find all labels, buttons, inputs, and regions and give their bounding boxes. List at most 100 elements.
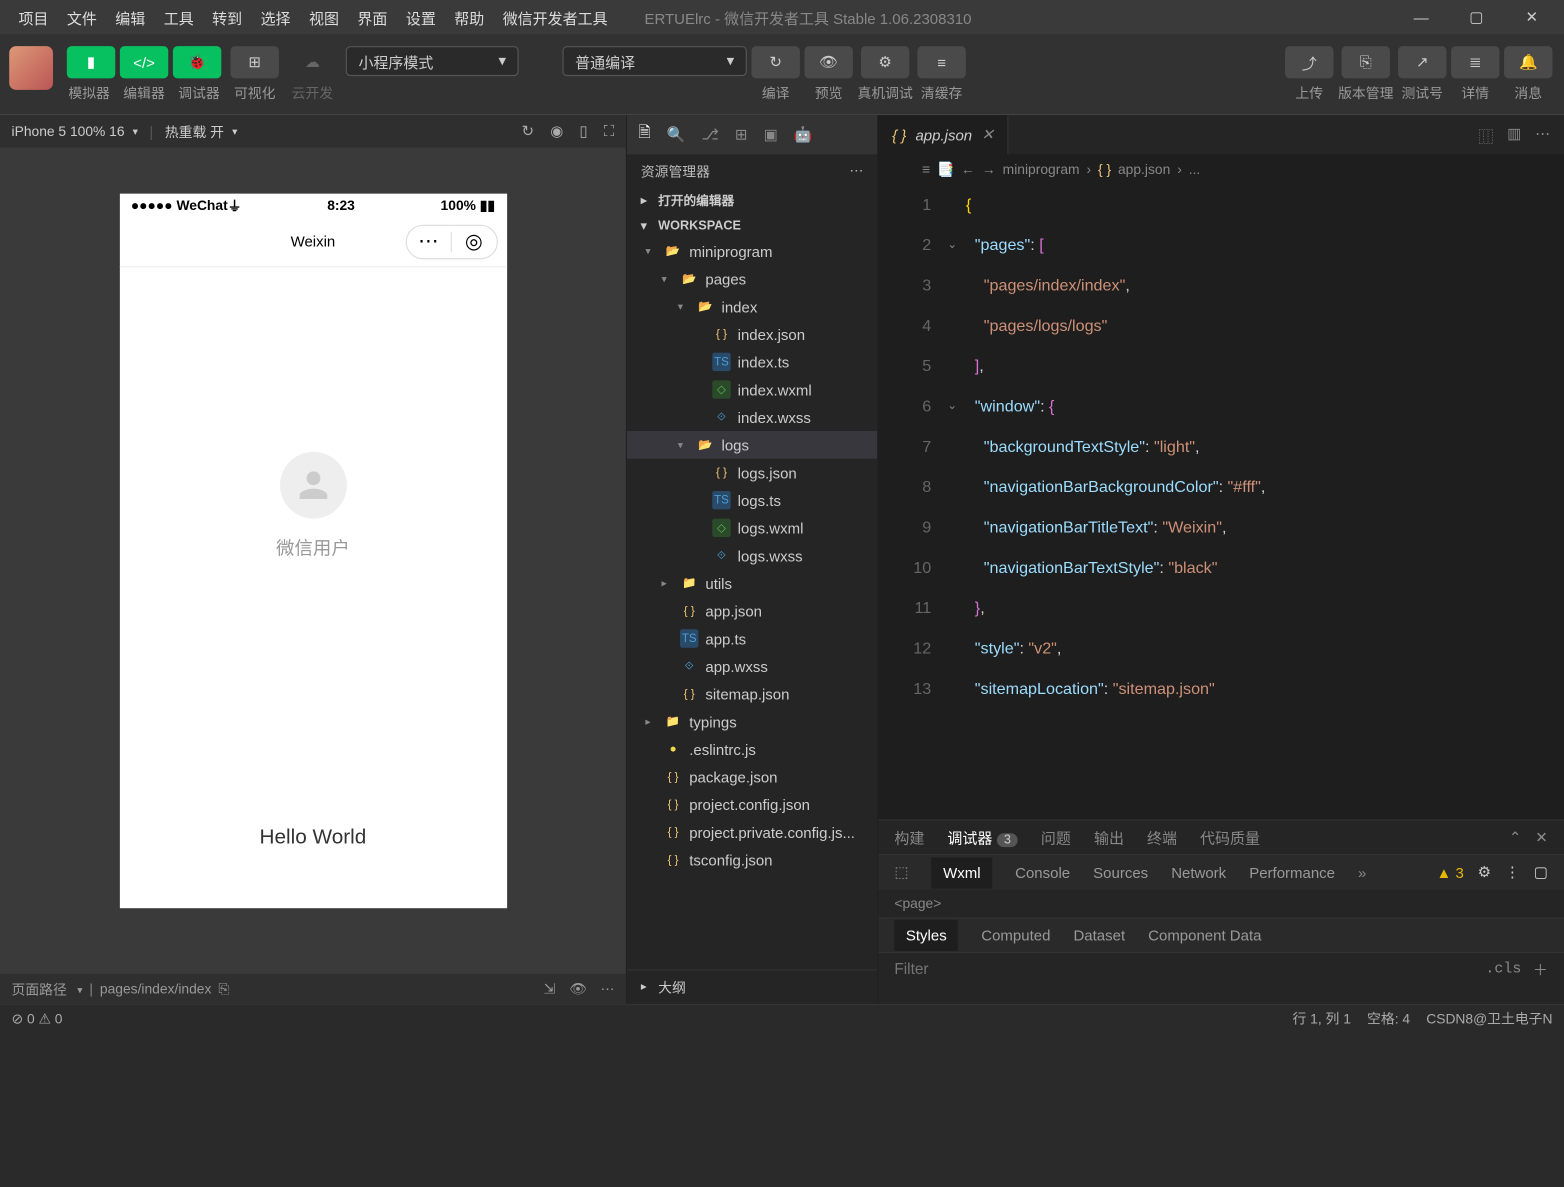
code-editor[interactable]: 12345678910111213 ⌄ ⌄ { "pages": [ "page… <box>878 184 1564 819</box>
devtab-输出[interactable]: 输出 <box>1094 826 1124 848</box>
上传-button[interactable]: ⤴ <box>1285 46 1333 78</box>
devtab-代码质量[interactable]: 代码质量 <box>1200 826 1260 848</box>
ext2-icon[interactable]: ▣ <box>764 126 778 144</box>
breadcrumb[interactable]: ≡📑←→ miniprogram› { }app.json› ... <box>878 154 1564 184</box>
menu-转到[interactable]: 转到 <box>203 5 251 32</box>
cursor-pos[interactable]: 行 1, 列 1 <box>1293 1008 1351 1028</box>
compile-dropdown[interactable]: 普通编译▾ <box>562 46 746 76</box>
tree-item-typings[interactable]: ▸📁typings <box>627 708 877 736</box>
inspect-icon[interactable]: ⬚ <box>894 863 908 881</box>
menu-选择[interactable]: 选择 <box>251 5 299 32</box>
editor-tab-app-json[interactable]: { } app.json ✕ <box>878 115 1009 154</box>
split-icon[interactable]: ⿲ <box>1478 124 1493 146</box>
tree-item-.eslintrc.js[interactable]: ●.eslintrc.js <box>627 735 877 763</box>
tree-item-index.ts[interactable]: TSindex.ts <box>627 348 877 376</box>
tree-item-utils[interactable]: ▸📁utils <box>627 569 877 597</box>
eye-icon[interactable]: 👁 <box>569 981 587 997</box>
测试号-button[interactable]: ↗ <box>1398 46 1446 78</box>
copy-icon[interactable]: ⎘ <box>218 980 229 997</box>
清缓存-button[interactable]: ≡ <box>917 46 965 78</box>
gear-icon[interactable]: ⚙ <box>1478 863 1491 881</box>
详情-button[interactable]: ≣ <box>1451 46 1499 78</box>
styletab-Dataset[interactable]: Dataset <box>1073 927 1125 944</box>
消息-button[interactable]: 🔔 <box>1504 46 1552 78</box>
menu-工具[interactable]: 工具 <box>154 5 202 32</box>
menu-微信开发者工具[interactable]: 微信开发者工具 <box>493 5 616 32</box>
robot-icon[interactable]: 🤖 <box>794 126 813 144</box>
warning-badge[interactable]: ▲ 3 <box>1436 864 1463 881</box>
menu-视图[interactable]: 视图 <box>300 5 348 32</box>
target-icon[interactable]: ◎ <box>452 229 496 253</box>
avatar[interactable] <box>9 46 53 90</box>
mode-dropdown[interactable]: 小程序模式▾ <box>346 46 519 76</box>
dock-icon[interactable]: ▢ <box>1534 863 1548 881</box>
maximize-button[interactable]: ▢ <box>1453 1 1499 33</box>
tree-item-app.json[interactable]: { }app.json <box>627 597 877 625</box>
subtab-Network[interactable]: Network <box>1171 864 1226 881</box>
visual-toggle[interactable]: ⊞ <box>231 46 279 78</box>
subtab-Console[interactable]: Console <box>1015 864 1070 881</box>
rotate-icon[interactable]: ▯ <box>579 122 587 140</box>
tree-item-logs.ts[interactable]: TSlogs.ts <box>627 486 877 514</box>
subtab-Sources[interactable]: Sources <box>1093 864 1148 881</box>
tree-item-project.config.json[interactable]: { }project.config.json <box>627 791 877 819</box>
subtab-Performance[interactable]: Performance <box>1249 864 1335 881</box>
layout-icon[interactable]: ▥ <box>1507 124 1521 146</box>
cls-label[interactable]: .cls <box>1485 960 1521 977</box>
more-icon[interactable]: ⋯ <box>849 163 863 179</box>
tree-item-project.private.config.js...[interactable]: { }project.private.config.js... <box>627 818 877 846</box>
record-icon[interactable]: ◉ <box>550 122 563 140</box>
menu-帮助[interactable]: 帮助 <box>445 5 493 32</box>
真机调试-button[interactable]: ⚙ <box>861 46 909 78</box>
menu-设置[interactable]: 设置 <box>397 5 445 32</box>
editor-toggle[interactable]: </> <box>120 46 168 78</box>
预览-button[interactable]: 👁 <box>804 46 852 78</box>
tree-item-logs[interactable]: ▾📂logs <box>627 431 877 459</box>
编译-button[interactable]: ↻ <box>751 46 799 78</box>
styletab-Styles[interactable]: Styles <box>894 920 958 951</box>
tree-item-index.wxss[interactable]: ⟐index.wxss <box>627 403 877 431</box>
hot-reload-dropdown[interactable]: 热重载 开 <box>165 122 237 142</box>
tree-item-index.wxml[interactable]: ◇index.wxml <box>627 376 877 404</box>
refresh-icon[interactable]: ↻ <box>522 122 535 140</box>
subtab-Wxml[interactable]: Wxml <box>932 857 993 888</box>
more-tabs-icon[interactable]: » <box>1358 864 1366 881</box>
menu-界面[interactable]: 界面 <box>348 5 396 32</box>
devtab-问题[interactable]: 问题 <box>1041 826 1071 848</box>
simulator-toggle[interactable]: ▮ <box>67 46 115 78</box>
close-icon[interactable]: ✕ <box>981 126 994 144</box>
tree-item-logs.wxss[interactable]: ⟐logs.wxss <box>627 542 877 570</box>
tree-item-index.json[interactable]: { }index.json <box>627 320 877 348</box>
cloud-dev-button[interactable]: ☁ <box>288 46 336 78</box>
outline-section[interactable]: 大纲 <box>627 969 877 1004</box>
device-dropdown[interactable]: iPhone 5 100% 16 <box>12 123 138 139</box>
tree-item-logs.json[interactable]: { }logs.json <box>627 459 877 487</box>
tree-item-miniprogram[interactable]: ▾📂miniprogram <box>627 237 877 265</box>
close-button[interactable]: ✕ <box>1509 1 1555 33</box>
chevron-up-icon[interactable]: ⌃ <box>1509 828 1522 846</box>
tree-item-tsconfig.json[interactable]: { }tsconfig.json <box>627 846 877 874</box>
search-icon[interactable]: 🔍 <box>667 126 686 144</box>
menu-项目[interactable]: 项目 <box>9 5 57 32</box>
workspace-section[interactable]: WORKSPACE <box>627 214 877 237</box>
tree-item-package.json[interactable]: { }package.json <box>627 763 877 791</box>
add-icon[interactable]: ＋ <box>1533 958 1548 980</box>
styletab-Computed[interactable]: Computed <box>981 927 1050 944</box>
dots-icon[interactable]: ⋮ <box>1505 863 1520 881</box>
版本管理-button[interactable]: ⎘ <box>1342 46 1390 78</box>
tree-item-app.wxss[interactable]: ⟐app.wxss <box>627 652 877 680</box>
tree-item-pages[interactable]: ▾📂pages <box>627 265 877 293</box>
tree-item-app.ts[interactable]: TSapp.ts <box>627 625 877 653</box>
opened-editors-section[interactable]: 打开的编辑器 <box>627 187 877 215</box>
styles-filter-input[interactable] <box>894 960 1485 977</box>
capsule-menu[interactable]: ⋯ ◎ <box>405 224 497 259</box>
tree-item-sitemap.json[interactable]: { }sitemap.json <box>627 680 877 708</box>
devtab-终端[interactable]: 终端 <box>1147 826 1177 848</box>
close-icon[interactable]: ✕ <box>1535 828 1548 846</box>
debugger-toggle[interactable]: 🐞 <box>173 46 221 78</box>
branch-icon[interactable]: ⎇ <box>701 126 718 144</box>
devtab-构建[interactable]: 构建 <box>894 826 924 848</box>
devtab-调试器[interactable]: 调试器3 <box>947 826 1017 848</box>
tree-item-logs.wxml[interactable]: ◇logs.wxml <box>627 514 877 542</box>
tree-item-index[interactable]: ▾📂index <box>627 293 877 321</box>
